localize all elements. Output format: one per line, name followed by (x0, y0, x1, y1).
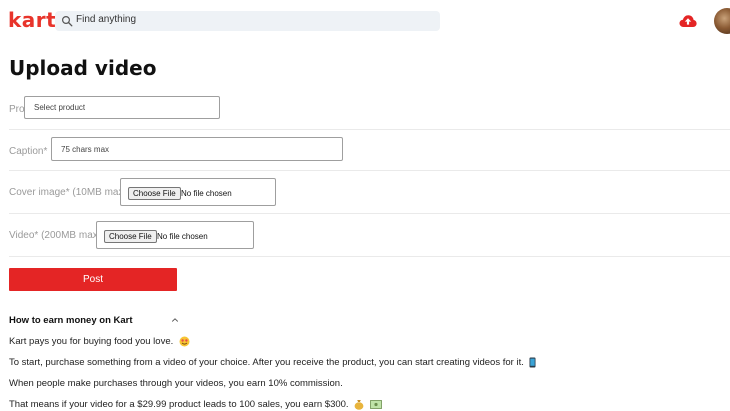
earn-heading: How to earn money on Kart (9, 315, 133, 326)
kart-logo[interactable]: kart (8, 8, 56, 32)
post-button[interactable]: Post (9, 268, 177, 291)
phone-icon (529, 357, 536, 368)
earn-line: When people make purchases through your … (9, 378, 343, 389)
caption-row: Caption* 75 chars max (9, 130, 730, 171)
search-placeholder: Find anything (76, 14, 137, 25)
video-label: Video* (200MB max) (9, 230, 102, 241)
caption-placeholder: 75 chars max (61, 145, 110, 154)
product-select-value: Select product (34, 103, 86, 112)
money-bag-icon (354, 400, 364, 410)
search-icon (61, 15, 73, 27)
caption-input[interactable]: 75 chars max (51, 137, 343, 161)
earn-line-text: When people make purchases through your … (9, 378, 343, 389)
top-bar: kart Find anything (0, 0, 730, 42)
earn-line-text: To start, purchase something from a vide… (9, 357, 524, 369)
video-row: Video* (200MB max) Choose File No file c… (9, 214, 730, 257)
caption-label: Caption* (9, 146, 48, 157)
cover-file-status: No file chosen (181, 189, 232, 198)
cash-icon (369, 400, 382, 409)
video-file-input[interactable]: Choose File No file chosen (96, 221, 254, 249)
page-title: Upload video (9, 56, 157, 80)
earn-line-text: Kart pays you for buying food you love. (9, 336, 174, 348)
product-select[interactable]: Select product (24, 96, 220, 119)
product-row: Product* Select product (9, 88, 730, 130)
search-bar[interactable]: Find anything (55, 11, 440, 31)
earn-line: To start, purchase something from a vide… (9, 357, 536, 368)
cover-image-file-input[interactable]: Choose File No file chosen (120, 178, 276, 206)
earn-line: Kart pays you for buying food you love. (9, 336, 190, 347)
cover-image-label: Cover image* (10MB max) (9, 187, 127, 198)
cover-choose-file-button[interactable]: Choose File (128, 187, 181, 200)
video-choose-file-button[interactable]: Choose File (104, 230, 157, 243)
cover-image-row: Cover image* (10MB max) Choose File No f… (9, 171, 730, 214)
cloud-upload-icon[interactable] (678, 11, 698, 31)
earn-line: That means if your video for a $29.99 pr… (9, 399, 382, 410)
chevron-up-icon[interactable] (170, 315, 180, 325)
avatar[interactable] (714, 8, 730, 34)
earn-line-text: That means if your video for a $29.99 pr… (9, 399, 349, 411)
video-file-status: No file chosen (157, 232, 208, 241)
face-icon (179, 336, 190, 347)
